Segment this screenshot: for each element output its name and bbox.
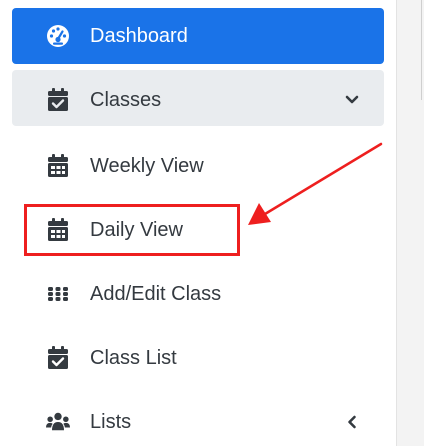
sidebar-item-label: Add/Edit Class — [90, 283, 222, 305]
chevron-down-icon[interactable] — [344, 92, 360, 108]
sidebar-item-label: Dashboard — [90, 25, 188, 47]
divider — [421, 0, 422, 100]
calendar-check-icon — [46, 88, 70, 112]
users-icon — [46, 410, 70, 434]
sidebar-item-add-edit-class[interactable]: Add/Edit Class — [12, 264, 384, 320]
sidebar-item-label: Daily View — [90, 219, 183, 241]
dashboard-gauge-icon — [46, 24, 70, 48]
sidebar-item-label: Class List — [90, 347, 177, 369]
sidebar-item-dashboard[interactable]: Dashboard — [12, 8, 384, 64]
sidebar-item-label: Classes — [90, 89, 162, 111]
chevron-left-icon[interactable] — [344, 414, 360, 430]
sidebar-item-weekly-view[interactable]: Weekly View — [12, 136, 384, 192]
sidebar-item-classes[interactable]: Classes — [12, 70, 384, 126]
calendar-grid-icon — [46, 218, 70, 242]
sidebar-item-class-list[interactable]: Class List — [12, 330, 384, 386]
page: Dashboard Classes Weekly View Daily View… — [0, 0, 424, 446]
sidebar-item-label: Lists — [90, 411, 132, 433]
content-panel-edge — [396, 0, 424, 446]
calendar-check-icon — [46, 346, 70, 370]
grid-dots-icon — [46, 282, 70, 306]
sidebar-item-label: Weekly View — [90, 155, 204, 177]
sidebar-item-lists[interactable]: Lists — [12, 394, 384, 446]
sidebar-item-daily-view[interactable]: Daily View — [12, 200, 384, 258]
sidebar-nav: Dashboard Classes Weekly View Daily View… — [0, 0, 396, 446]
calendar-grid-icon — [46, 154, 70, 178]
